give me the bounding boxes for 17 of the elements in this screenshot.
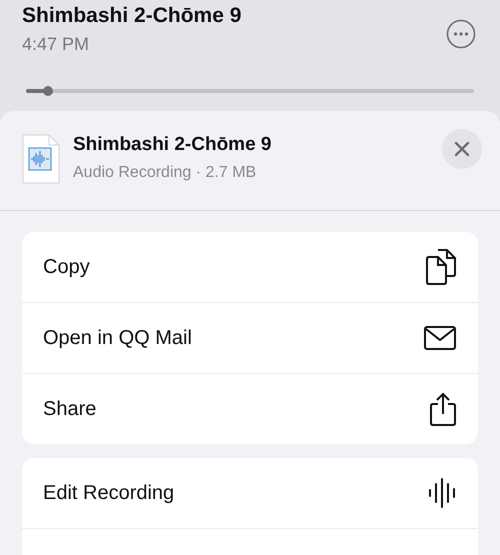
file-title: Shimbashi 2-Chōme 9 xyxy=(73,134,272,156)
mail-icon xyxy=(424,326,456,350)
action-item[interactable]: Open in QQ Mail xyxy=(22,302,478,373)
waveform-icon xyxy=(428,478,456,508)
copy-icon xyxy=(426,249,456,285)
file-subtitle: Audio Recording · 2.7 MB xyxy=(73,164,258,182)
more-icon[interactable] xyxy=(446,19,476,49)
close-button[interactable] xyxy=(442,129,482,169)
action-item[interactable]: Share xyxy=(22,373,478,444)
action-item[interactable]: Copy xyxy=(22,232,478,302)
playback-slider[interactable] xyxy=(26,89,474,93)
share-icon xyxy=(430,392,456,426)
action-item[interactable]: Edit Recording xyxy=(22,458,478,528)
audio-file-icon xyxy=(22,134,60,184)
close-icon xyxy=(454,141,470,157)
recording-title: Shimbashi 2-Chōme 9 xyxy=(22,4,242,28)
recording-time: 4:47 PM xyxy=(22,34,90,55)
